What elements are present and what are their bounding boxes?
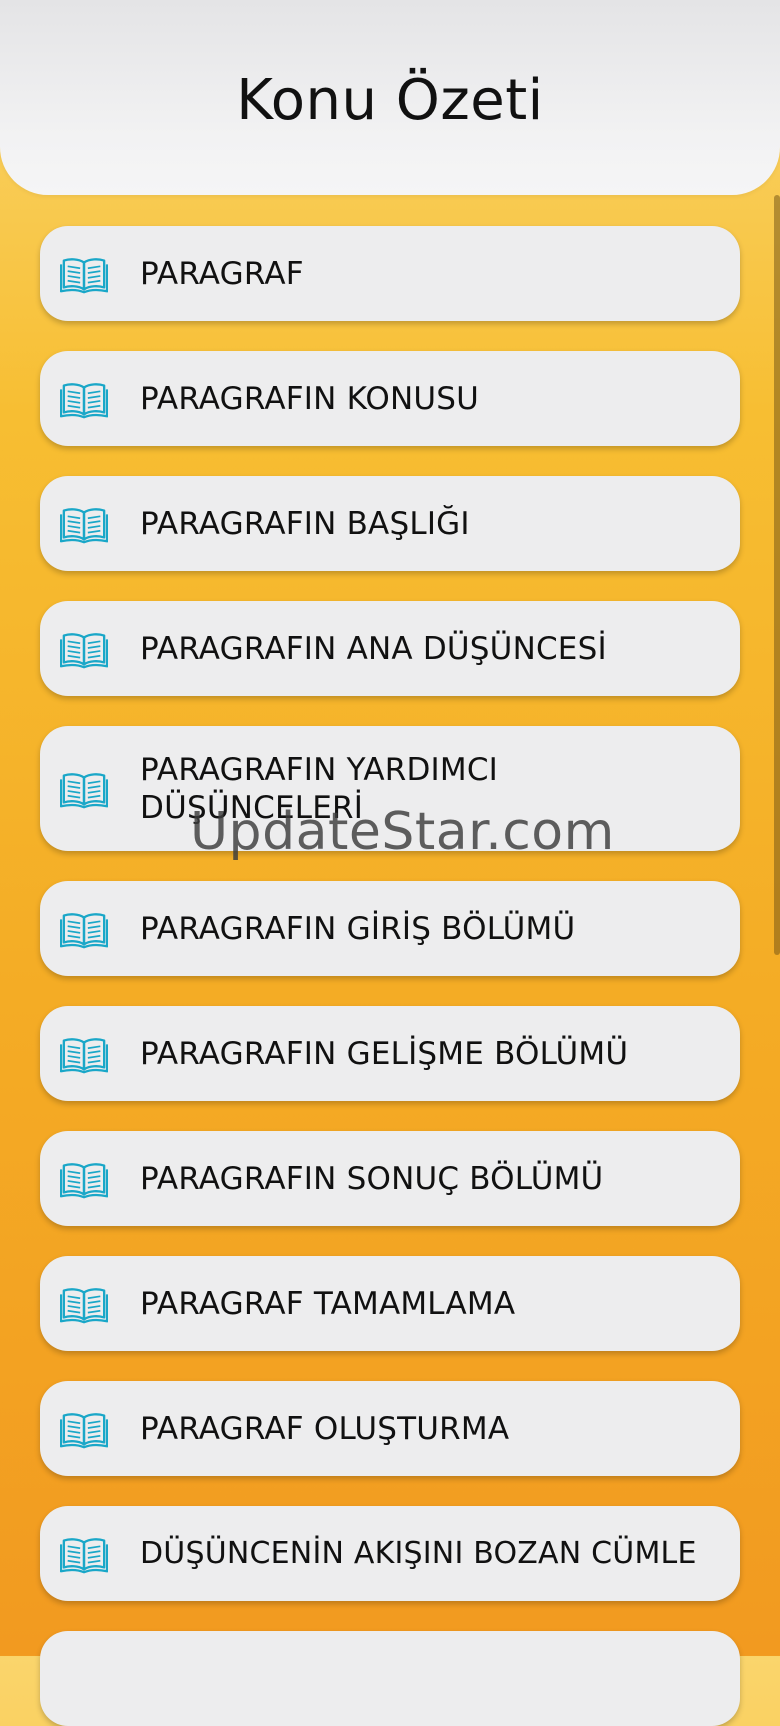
- item-label: PARAGRAFIN GELİŞME BÖLÜMÜ: [140, 1035, 629, 1072]
- open-book-icon: [60, 379, 108, 419]
- list-item[interactable]: PARAGRAFIN GELİŞME BÖLÜMÜ: [40, 1006, 740, 1101]
- list-item[interactable]: PARAGRAFIN YARDIMCI DÜŞÜNCELERİ: [40, 726, 740, 851]
- open-book-icon: [60, 769, 108, 809]
- item-label: PARAGRAF: [140, 255, 304, 292]
- open-book-icon: [60, 1284, 108, 1324]
- item-label: PARAGRAFIN SONUÇ BÖLÜMÜ: [140, 1160, 604, 1197]
- item-label: PARAGRAFIN YARDIMCI DÜŞÜNCELERİ: [140, 751, 499, 826]
- open-book-icon: [60, 909, 108, 949]
- open-book-icon: [60, 1034, 108, 1074]
- item-label: PARAGRAF TAMAMLAMA: [140, 1285, 516, 1322]
- list-item[interactable]: DÜŞÜNCENİN AKIŞINI BOZAN CÜMLE: [40, 1506, 740, 1601]
- list-item[interactable]: PARAGRAFIN SONUÇ BÖLÜMÜ: [40, 1131, 740, 1226]
- item-label: PARAGRAF OLUŞTURMA: [140, 1410, 510, 1447]
- open-book-icon: [60, 254, 108, 294]
- item-label: PARAGRAFIN KONUSU: [140, 380, 480, 417]
- item-label: PARAGRAFIN ANA DÜŞÜNCESİ: [140, 630, 607, 667]
- open-book-icon: [60, 1409, 108, 1449]
- list-item[interactable]: PARAGRAF: [40, 226, 740, 321]
- item-label: DÜŞÜNCENİN AKIŞINI BOZAN CÜMLE: [140, 1535, 697, 1571]
- list-item[interactable]: PARAGRAFIN BAŞLIĞI: [40, 476, 740, 571]
- open-book-icon: [60, 1534, 108, 1574]
- list-item[interactable]: PARAGRAF TAMAMLAMA: [40, 1256, 740, 1351]
- scrollbar[interactable]: [774, 195, 780, 955]
- list-item[interactable]: PARAGRAFIN KONUSU: [40, 351, 740, 446]
- list-item[interactable]: PARAGRAFIN ANA DÜŞÜNCESİ: [40, 601, 740, 696]
- item-label: PARAGRAFIN GİRİŞ BÖLÜMÜ: [140, 910, 576, 947]
- open-book-icon: [60, 504, 108, 544]
- open-book-icon: [60, 629, 108, 669]
- app-header: Konu Özeti: [0, 0, 780, 195]
- open-book-icon: [60, 1159, 108, 1199]
- item-label: PARAGRAFIN BAŞLIĞI: [140, 505, 470, 542]
- list-item[interactable]: PARAGRAF OLUŞTURMA: [40, 1381, 740, 1476]
- topic-list: PARAGRAF PARAGRAFIN KONUSU PARAGRAFIN BA…: [0, 0, 780, 1726]
- list-item[interactable]: PARAGRAFIN GİRİŞ BÖLÜMÜ: [40, 881, 740, 976]
- page-title: Konu Özeti: [236, 68, 544, 133]
- list-item-partial[interactable]: [40, 1631, 740, 1726]
